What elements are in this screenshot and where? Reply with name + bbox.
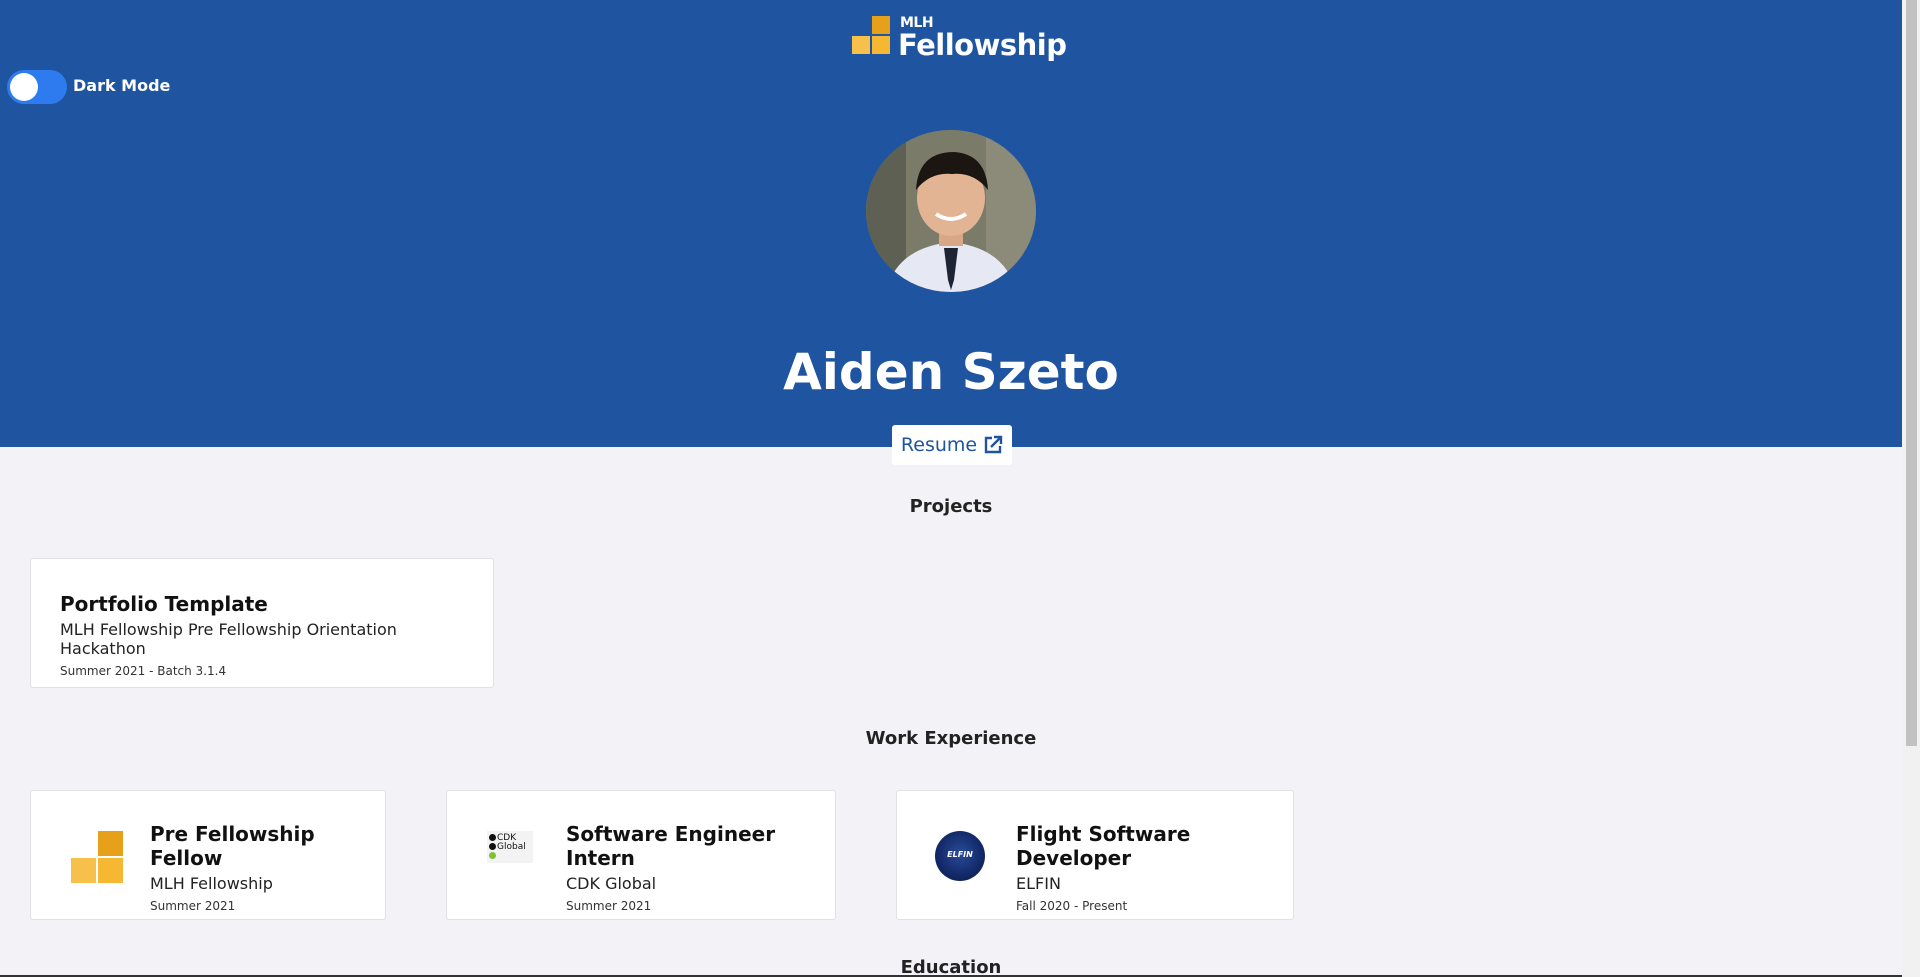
avatar [866, 130, 1036, 292]
dark-mode-label: Dark Mode [73, 76, 171, 95]
work-title: Flight Software Developer [1016, 822, 1191, 870]
header: MLH Fellowship Dark Mode Aiden Szeto [0, 0, 1902, 447]
resume-label: Resume [900, 434, 978, 456]
project-title: Portfolio Template [60, 592, 268, 616]
logo-square [872, 36, 890, 54]
work-title: Software Engineer Intern [566, 822, 776, 870]
profile-name: Aiden Szeto [783, 343, 1119, 401]
projects-heading: Projects [909, 496, 993, 517]
work-date: Summer 2021 [150, 899, 236, 913]
work-card[interactable]: Pre Fellowship Fellow MLH Fellowship Sum… [30, 790, 386, 920]
dark-mode-toggle[interactable] [7, 70, 67, 104]
work-text: Pre Fellowship Fellow MLH Fellowship Sum… [150, 822, 385, 913]
work-date: Summer 2021 [566, 899, 652, 913]
external-link-icon [984, 435, 1003, 454]
work-company: CDK Global [566, 874, 657, 893]
mlh-fellowship-logo[interactable]: MLH Fellowship [852, 16, 1067, 62]
project-subtitle: MLH Fellowship Pre Fellowship Orientatio… [60, 620, 397, 658]
work-experience-heading: Work Experience [865, 728, 1037, 749]
work-card[interactable]: CDK Global Software Engineer Intern CDK … [446, 790, 836, 920]
logo-square [872, 16, 890, 34]
education-heading: Education [900, 957, 1002, 977]
logo-square [852, 36, 870, 54]
resume-button[interactable]: Resume [892, 425, 1012, 465]
scrollbar-thumb[interactable] [1906, 0, 1917, 746]
project-card[interactable]: Portfolio Template MLH Fellowship Pre Fe… [30, 558, 494, 688]
vertical-scrollbar[interactable] [1902, 0, 1920, 977]
work-date: Fall 2020 - Present [1016, 899, 1128, 913]
portfolio-page: MLH Fellowship Dark Mode Aiden Szeto Res… [0, 0, 1902, 977]
work-company: ELFIN [1016, 874, 1061, 893]
work-title: Pre Fellowship Fellow [150, 822, 315, 870]
work-text: Software Engineer Intern CDK Global Summ… [566, 822, 835, 913]
work-text: Flight Software Developer ELFIN Fall 202… [1016, 822, 1293, 913]
cdk-logo-icon: CDK Global [487, 831, 533, 863]
elfin-logo-icon: ELFIN [935, 831, 985, 881]
project-date: Summer 2021 - Batch 3.1.4 [60, 664, 227, 678]
avatar-photo [866, 130, 1036, 292]
logo-fellowship-text: Fellowship [898, 28, 1067, 62]
mlh-logo-icon [71, 831, 125, 885]
toggle-knob [10, 73, 38, 101]
work-company: MLH Fellowship [150, 874, 273, 893]
work-card[interactable]: ELFIN Flight Software Developer ELFIN Fa… [896, 790, 1294, 920]
